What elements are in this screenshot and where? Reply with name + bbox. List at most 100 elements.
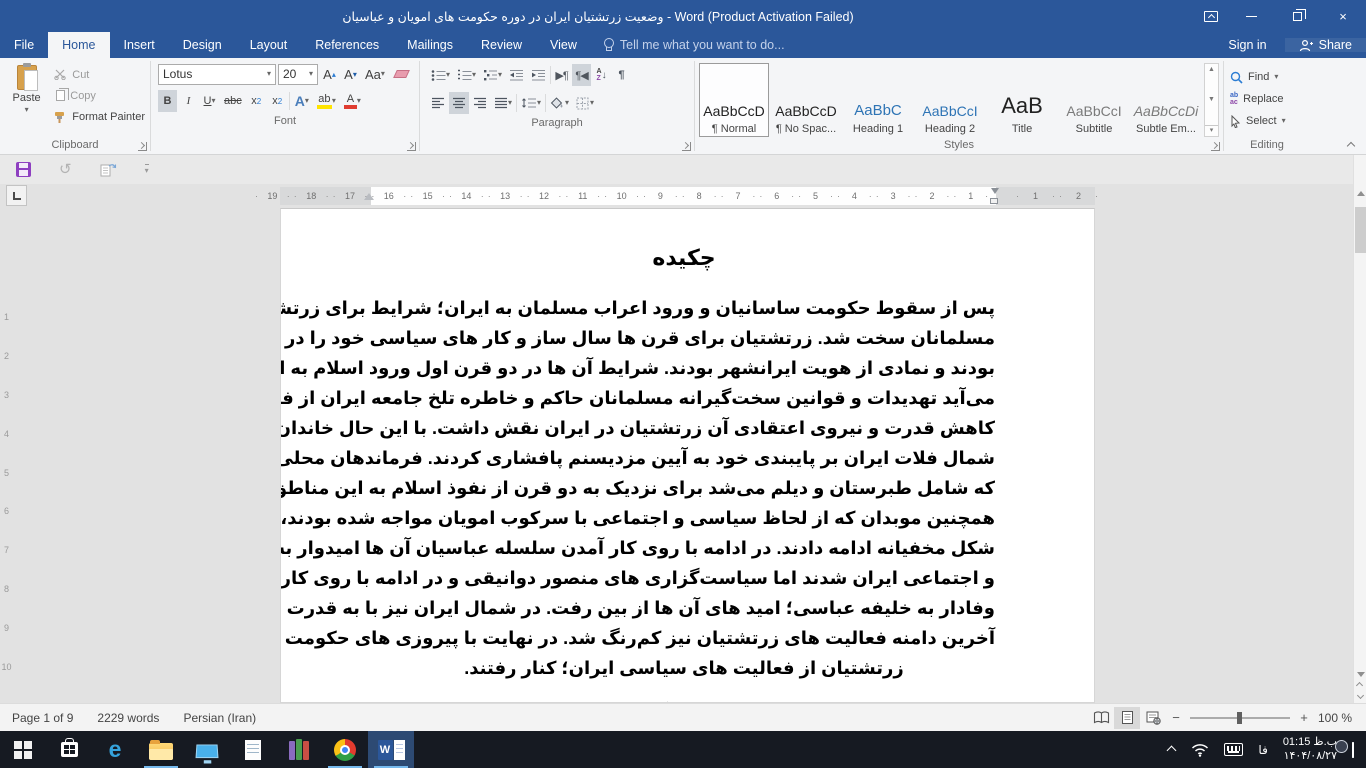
bullets-button[interactable]: ▾	[428, 64, 453, 86]
web-layout-button[interactable]	[1140, 707, 1166, 729]
bold-button[interactable]: B	[158, 90, 177, 112]
ribbon-tab[interactable]: Home	[48, 32, 109, 58]
action-center-button[interactable]	[1352, 743, 1354, 757]
style-heading-1[interactable]: AaBbCHeading 1	[843, 63, 913, 137]
vertical-scrollbar[interactable]	[1353, 155, 1366, 703]
sign-in-link[interactable]: Sign in	[1212, 38, 1282, 52]
zoom-percentage[interactable]: 100 %	[1314, 711, 1366, 725]
horizontal-ruler[interactable]: 19181716151413121110987654321 12	[0, 186, 1353, 206]
ribbon-tab[interactable]: Review	[467, 32, 536, 58]
touch-keyboard-icon[interactable]	[1224, 743, 1243, 756]
ribbon-tab[interactable]: Design	[169, 32, 236, 58]
multilevel-list-button[interactable]: ▾	[480, 64, 505, 86]
paste-dropdown-arrow[interactable]: ▾	[25, 106, 29, 114]
shading-button[interactable]: ▾	[547, 92, 572, 114]
collapse-ribbon-button[interactable]	[1347, 142, 1356, 148]
vertical-ruler[interactable]: 12345678910	[0, 208, 13, 703]
document-text[interactable]: چکیده پس از سقوط حکومت ساسانیان و ورود ا…	[281, 209, 1094, 703]
styles-dialog-launcher[interactable]	[1211, 142, 1220, 151]
indent-marker-box[interactable]	[990, 198, 998, 204]
zoom-in-button[interactable]: +	[1294, 710, 1314, 725]
align-right-button[interactable]	[470, 92, 490, 114]
ltr-direction-button[interactable]: ▶¶	[552, 64, 571, 86]
numbering-button[interactable]: ▾	[454, 64, 479, 86]
style-heading-2[interactable]: AaBbCcIHeading 2	[915, 63, 985, 137]
language-badge[interactable]: فا	[1258, 743, 1267, 757]
ribbon-tab[interactable]: View	[536, 32, 591, 58]
taskbar-store[interactable]	[46, 731, 92, 768]
previous-page-button[interactable]	[1357, 683, 1363, 689]
minimize-button[interactable]	[1228, 0, 1274, 32]
next-page-button[interactable]	[1357, 693, 1363, 699]
borders-button[interactable]: ▾	[573, 92, 597, 114]
print-layout-button[interactable]	[1114, 707, 1140, 729]
clear-formatting-button[interactable]	[390, 63, 411, 85]
taskbar-notepad[interactable]	[230, 731, 276, 768]
zoom-slider-thumb[interactable]	[1237, 712, 1242, 724]
decrease-indent-button[interactable]	[506, 64, 527, 86]
italic-button[interactable]: I	[179, 90, 198, 112]
cut-button[interactable]: Cut	[51, 64, 148, 85]
scroll-up-arrow[interactable]	[1357, 191, 1365, 196]
paragraph-dialog-launcher[interactable]	[682, 142, 691, 151]
undo-icon[interactable]: ↺	[59, 162, 72, 177]
sort-button[interactable]: AZ↓	[592, 64, 611, 86]
hidden-icons-chevron[interactable]	[1167, 745, 1176, 754]
style-no-spacing[interactable]: AaBbCcD¶ No Spac...	[771, 63, 841, 137]
font-name-combo[interactable]: Lotus▾	[158, 64, 276, 85]
grow-font-button[interactable]: A▴	[320, 63, 339, 85]
taskbar-file-explorer[interactable]	[138, 731, 184, 768]
font-color-button[interactable]: A▾	[341, 90, 364, 112]
zoom-out-button[interactable]: −	[1166, 710, 1186, 725]
align-center-button[interactable]	[449, 92, 469, 114]
replace-button[interactable]: abac Replace	[1230, 92, 1304, 106]
text-effects-button[interactable]: A▾	[292, 90, 312, 112]
ribbon-tab[interactable]: File	[0, 32, 48, 58]
increase-indent-button[interactable]	[528, 64, 549, 86]
taskbar-chrome[interactable]	[322, 731, 368, 768]
document-page[interactable]: چکیده پس از سقوط حکومت ساسانیان و ورود ا…	[280, 208, 1095, 703]
word-count[interactable]: 2229 words	[85, 711, 171, 725]
ribbon-tab[interactable]: Layout	[236, 32, 302, 58]
justify-button[interactable]: ▾	[491, 92, 515, 114]
clock[interactable]: 01:15 ب.ظ ۱۴۰۴/۰۸/۲۷	[1283, 736, 1337, 763]
style-normal[interactable]: AaBbCcD¶ Normal	[699, 63, 769, 137]
redo-typing-icon[interactable]	[100, 162, 117, 177]
rtl-direction-button[interactable]: ¶◀	[572, 64, 591, 86]
format-painter-button[interactable]: Format Painter	[51, 106, 148, 127]
first-line-indent-marker[interactable]	[991, 188, 999, 194]
scroll-down-arrow[interactable]	[1357, 672, 1365, 677]
taskbar-edge[interactable]: e	[92, 731, 138, 768]
close-button[interactable]: ×	[1320, 0, 1366, 32]
find-button[interactable]: Find▾	[1230, 71, 1304, 84]
line-spacing-button[interactable]: ▾	[518, 92, 544, 114]
superscript-button[interactable]: x2	[268, 90, 287, 112]
shrink-font-button[interactable]: A▾	[341, 63, 360, 85]
customize-qat-arrow[interactable]: ▾	[145, 164, 149, 175]
style-subtitle[interactable]: AaBbCcISubtitle	[1059, 63, 1129, 137]
page-indicator[interactable]: Page 1 of 9	[0, 711, 85, 725]
start-button[interactable]	[0, 731, 46, 768]
styles-gallery-scroll[interactable]: ▲▼▾	[1204, 63, 1219, 137]
language-indicator[interactable]: Persian (Iran)	[171, 711, 268, 725]
style-subtle-emphasis[interactable]: AaBbCcDiSubtle Em...	[1131, 63, 1201, 137]
ribbon-tab[interactable]: References	[301, 32, 393, 58]
share-button[interactable]: Share	[1285, 38, 1366, 52]
restore-button[interactable]	[1274, 0, 1320, 32]
ribbon-tab[interactable]: Mailings	[393, 32, 467, 58]
subscript-button[interactable]: x2	[247, 90, 266, 112]
highlight-color-button[interactable]: ab▾	[314, 90, 339, 112]
paste-button[interactable]: Paste ▾	[2, 60, 51, 138]
scrollbar-thumb[interactable]	[1355, 207, 1366, 253]
ribbon-display-options-icon[interactable]	[1194, 0, 1228, 32]
select-button[interactable]: Select▾	[1230, 115, 1304, 128]
taskbar-word[interactable]: W	[368, 731, 414, 768]
zoom-slider[interactable]	[1190, 717, 1290, 719]
change-case-button[interactable]: Aa▾	[362, 63, 388, 85]
read-mode-button[interactable]	[1088, 707, 1114, 729]
taskbar-winrar[interactable]	[276, 731, 322, 768]
ribbon-tab[interactable]: Insert	[110, 32, 169, 58]
align-left-button[interactable]	[428, 92, 448, 114]
style-title[interactable]: AaBTitle	[987, 63, 1057, 137]
clipboard-dialog-launcher[interactable]	[138, 142, 147, 151]
